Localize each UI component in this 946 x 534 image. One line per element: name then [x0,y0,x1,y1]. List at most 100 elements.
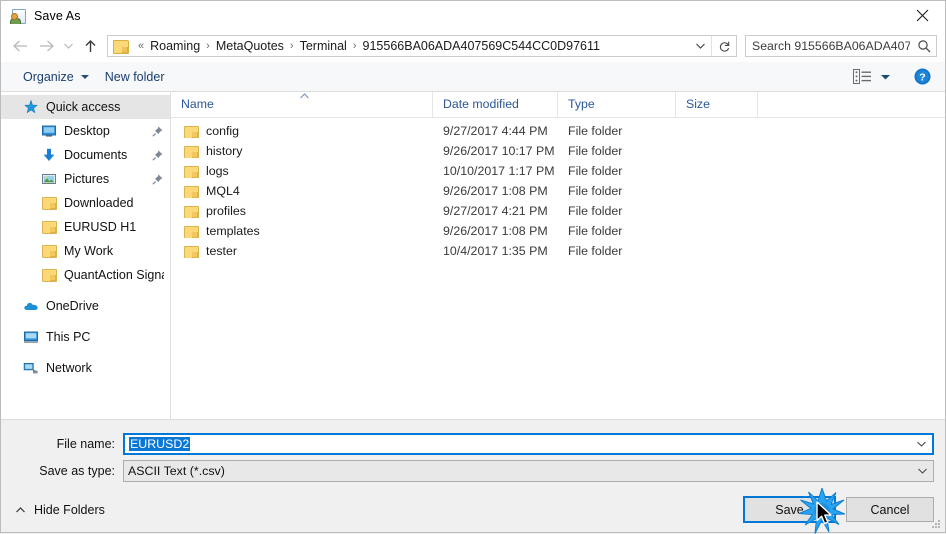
search-input[interactable] [746,38,912,54]
hide-folders-label: Hide Folders [34,502,105,517]
breadcrumb-item-metaquotes[interactable]: MetaQuotes [215,37,285,55]
up-button[interactable] [77,33,103,59]
sidebar-item-quantaction-signal[interactable]: QuantAction Signal [1,263,170,287]
file-name-label: config [206,124,240,138]
table-row[interactable]: config 9/27/2017 4:44 PM File folder [171,121,945,141]
chevron-down-icon [917,468,927,474]
save-as-type-dropdown-button[interactable] [911,467,933,475]
file-name-cell: config [171,124,433,138]
refresh-button[interactable] [711,36,736,56]
column-header-row: Name Date modified Type Size [171,92,945,118]
search-button[interactable] [912,36,936,56]
file-name-input[interactable]: EURUSD2 [123,433,934,455]
help-button[interactable]: ? [907,66,937,88]
sidebar-item-quick-access[interactable]: Quick access [1,95,170,119]
pin-icon[interactable] [151,149,164,162]
file-name-label: MQL4 [206,184,240,198]
arrow-right-icon [39,40,54,52]
chevron-up-icon [16,506,25,512]
file-list-pane: Name Date modified Type Size config 9/27… [171,92,945,419]
file-name-cell: tester [171,244,433,258]
folder-icon [183,204,199,218]
close-icon [916,9,928,22]
save-as-type-label: Save as type: [39,464,115,478]
back-button[interactable] [7,33,33,59]
folder-icon [183,164,199,178]
new-folder-button[interactable]: New folder [97,66,173,88]
save-form: File name: EURUSD2 Save as type: ASCII T… [1,419,945,487]
pin-icon[interactable] [151,173,164,186]
file-date-cell: 9/27/2017 4:21 PM [443,204,548,218]
dialog-body: Quick access Desktop Documents Pictures … [1,92,945,419]
close-button[interactable] [899,1,945,30]
computer-icon [23,329,39,345]
organize-button[interactable]: Organize [15,66,97,88]
file-name-label: File name: [56,437,115,451]
save-button-label: Save [775,502,804,517]
star-icon [23,99,39,115]
file-date-cell: 9/27/2017 4:44 PM [443,124,548,138]
sidebar-item-label: QuantAction Signal [64,268,164,282]
column-header-type[interactable]: Type [558,92,676,117]
save-as-icon [10,8,26,24]
folder-icon [41,267,57,283]
breadcrumb-item-guid[interactable]: 915566BA06ADA407569C544CC0D97611 [362,37,601,55]
table-row[interactable]: history 9/26/2017 10:17 PM File folder [171,141,945,161]
save-as-type-value: ASCII Text (*.csv) [128,464,225,478]
sort-ascending-icon [300,93,309,99]
arrow-left-icon [12,40,27,52]
resize-grip-icon[interactable] [930,518,942,530]
address-dropdown-button[interactable] [689,36,711,56]
table-row[interactable]: tester 10/4/2017 1:35 PM File folder [171,241,945,261]
table-row[interactable]: logs 10/10/2017 1:17 PM File folder [171,161,945,181]
breadcrumb-item-terminal[interactable]: Terminal [299,37,348,55]
address-bar[interactable]: « Roaming › MetaQuotes › Terminal › 9155… [107,35,737,57]
file-name-value: EURUSD2 [129,437,191,451]
file-name-dropdown-button[interactable] [910,440,932,448]
title-bar: Save As [1,1,945,30]
sidebar-item-label: Downloaded [64,196,134,210]
table-row[interactable]: MQL4 9/26/2017 1:08 PM File folder [171,181,945,201]
hide-folders-button[interactable]: Hide Folders [11,500,109,520]
picture-icon [41,171,57,187]
caret-down-icon [881,74,890,79]
forward-button[interactable] [33,33,59,59]
sidebar-item-desktop[interactable]: Desktop [1,119,170,143]
recent-locations-button[interactable] [59,33,77,59]
sidebar-item-eurusd-h1[interactable]: EURUSD H1 [1,215,170,239]
window-title: Save As [34,8,81,23]
table-row[interactable]: templates 9/26/2017 1:08 PM File folder [171,221,945,241]
sidebar-item-this-pc[interactable]: This PC [1,325,170,349]
cancel-button[interactable]: Cancel [846,497,934,522]
sidebar-item-label: My Work [64,244,114,258]
file-date-cell: 10/4/2017 1:35 PM [443,244,548,258]
column-header-label: Date modified [443,97,519,111]
breadcrumb-overflow[interactable]: « [133,40,149,52]
column-header-size[interactable]: Size [676,92,758,117]
sidebar-item-onedrive[interactable]: OneDrive [1,294,170,318]
search-box[interactable] [745,35,937,57]
sidebar-item-pictures[interactable]: Pictures [1,167,170,191]
sidebar-item-documents[interactable]: Documents [1,143,170,167]
cancel-button-label: Cancel [870,502,910,517]
sidebar-item-label: Quick access [46,100,121,114]
column-header-name[interactable]: Name [171,92,433,117]
pin-icon[interactable] [151,125,164,138]
breadcrumb-item-roaming[interactable]: Roaming [149,37,201,55]
sidebar-item-label: OneDrive [46,299,99,313]
save-button[interactable]: Save [743,496,836,523]
sidebar-item-network[interactable]: Network [1,356,170,380]
file-name-value-wrap: EURUSD2 [125,437,910,451]
file-rows: config 9/27/2017 4:44 PM File folder his… [171,118,945,419]
chevron-down-icon [916,441,926,447]
sidebar-item-my-work[interactable]: My Work [1,239,170,263]
column-header-date-modified[interactable]: Date modified [433,92,558,117]
table-row[interactable]: profiles 9/27/2017 4:21 PM File folder [171,201,945,221]
folder-icon [183,144,199,158]
change-view-button[interactable] [847,69,897,84]
file-name-label: history [206,144,243,158]
folder-icon [41,219,57,235]
save-as-type-select[interactable]: ASCII Text (*.csv) [123,460,934,482]
sidebar-item-downloaded[interactable]: Downloaded [1,191,170,215]
chevron-down-icon [695,43,705,49]
